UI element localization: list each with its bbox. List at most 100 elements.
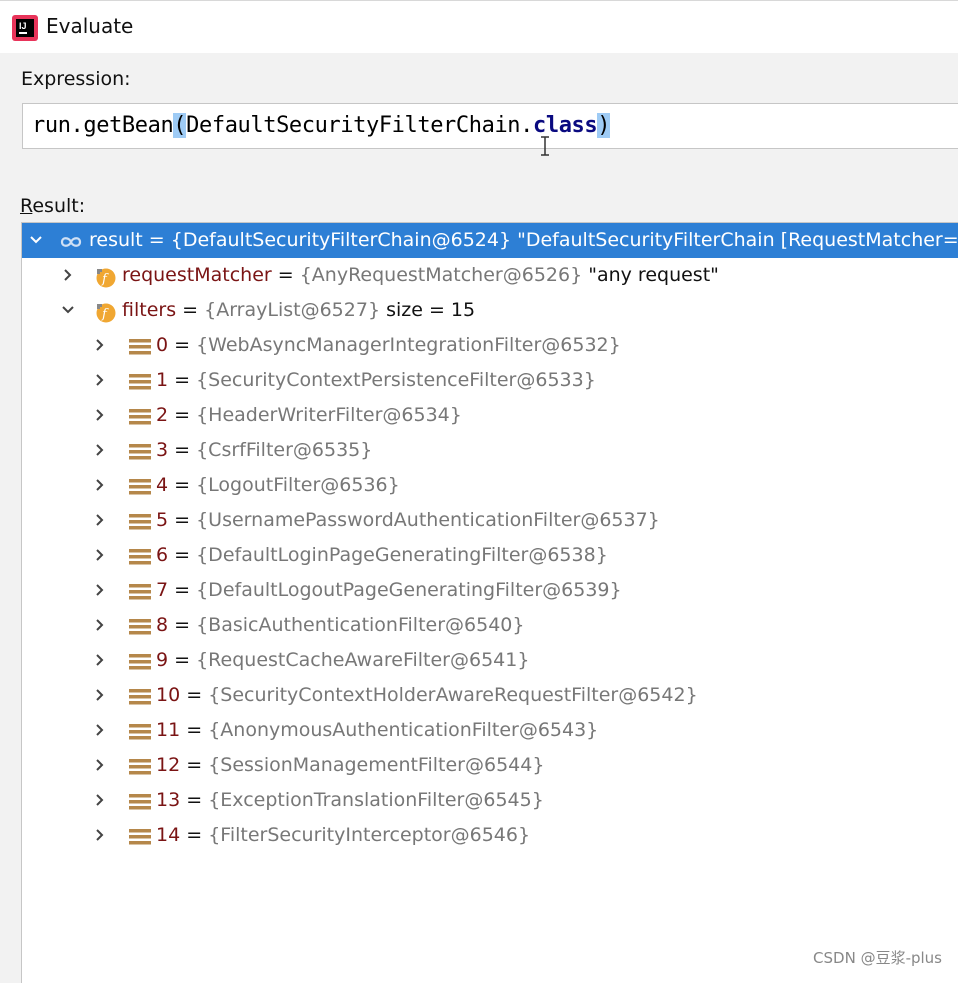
item-eq: = — [180, 824, 209, 846]
tree-row-text: filters = {ArrayList@6527} size = 15 — [122, 293, 475, 328]
chevron-right-icon[interactable] — [90, 783, 110, 818]
result-label-rest: esult: — [32, 195, 86, 217]
chevron-right-icon[interactable] — [90, 818, 110, 853]
tree-row-field[interactable]: f requestMatcher = {AnyRequestMatcher@65… — [22, 258, 958, 293]
tree-row-filter[interactable]: 0 = {WebAsyncManagerIntegrationFilter@65… — [22, 328, 958, 363]
root-value: "DefaultSecurityFilterChain [RequestMatc… — [511, 229, 958, 251]
item-ref: {UsernamePasswordAuthenticationFilter@65… — [196, 509, 660, 531]
chevron-down-icon[interactable] — [26, 223, 46, 258]
tree-row-text: 5 = {UsernamePasswordAuthenticationFilte… — [156, 503, 660, 538]
item-eq: = — [168, 439, 197, 461]
tree-row-filter[interactable]: 4 = {LogoutFilter@6536} — [22, 468, 958, 503]
tree-row-filter[interactable]: 8 = {BasicAuthenticationFilter@6540} — [22, 608, 958, 643]
svg-text:IJ: IJ — [19, 21, 27, 31]
tree-row-filter[interactable]: 12 = {SessionManagementFilter@6544} — [22, 748, 958, 783]
open-paren-highlight: ( — [173, 113, 187, 138]
item-ref: {CsrfFilter@6535} — [196, 439, 373, 461]
tree-row-filter[interactable]: 10 = {SecurityContextHolderAwareRequestF… — [22, 678, 958, 713]
item-eq: = — [168, 649, 197, 671]
item-ref: {FilterSecurityInterceptor@6546} — [208, 824, 531, 846]
item-eq: = — [168, 579, 197, 601]
item-eq: = — [180, 719, 209, 741]
tree-row-text: 8 = {BasicAuthenticationFilter@6540} — [156, 608, 524, 643]
item-ref: {BasicAuthenticationFilter@6540} — [196, 614, 525, 636]
item-eq: = — [180, 684, 209, 706]
item-index: 2 — [156, 404, 169, 426]
expression-code[interactable]: run.getBean(DefaultSecurityFilterChain.c… — [32, 113, 610, 138]
title-bar: IJ Evaluate — [0, 0, 958, 53]
expression-keyword: class — [533, 113, 598, 138]
tree-row-filter[interactable]: 6 = {DefaultLoginPageGeneratingFilter@65… — [22, 538, 958, 573]
array-element-icon — [128, 720, 151, 742]
tree-row-filter[interactable]: 11 = {AnonymousAuthenticationFilter@6543… — [22, 713, 958, 748]
tree-row-text: 13 = {ExceptionTranslationFilter@6545} — [156, 783, 544, 818]
item-index: 5 — [156, 509, 169, 531]
field-name: requestMatcher — [122, 264, 272, 286]
tree-row-filter[interactable]: 2 = {HeaderWriterFilter@6534} — [22, 398, 958, 433]
item-index: 6 — [156, 544, 169, 566]
tree-row-field[interactable]: f filters = {ArrayList@6527} size = 15 — [22, 293, 958, 328]
array-element-icon — [128, 405, 151, 427]
tree-row-text: 14 = {FilterSecurityInterceptor@6546} — [156, 818, 530, 853]
chevron-right-icon[interactable] — [90, 538, 110, 573]
item-eq: = — [180, 754, 209, 776]
item-eq: = — [168, 614, 197, 636]
chevron-right-icon[interactable] — [90, 328, 110, 363]
tree-row-text: 4 = {LogoutFilter@6536} — [156, 468, 400, 503]
tree-row-filter[interactable]: 5 = {UsernamePasswordAuthenticationFilte… — [22, 503, 958, 538]
tree-row-filter[interactable]: 7 = {DefaultLogoutPageGeneratingFilter@6… — [22, 573, 958, 608]
tree-row-filter[interactable]: 3 = {CsrfFilter@6535} — [22, 433, 958, 468]
item-index: 12 — [156, 754, 181, 776]
field-ref: {AnyRequestMatcher@6526} — [299, 264, 583, 286]
tree-row-filter[interactable]: 1 = {SecurityContextPersistenceFilter@65… — [22, 363, 958, 398]
item-index: 9 — [156, 649, 169, 671]
field-f-icon: f — [94, 265, 116, 288]
tree-row-text: 11 = {AnonymousAuthenticationFilter@6543… — [156, 713, 598, 748]
root-eq: = — [142, 229, 171, 251]
chevron-right-icon[interactable] — [58, 258, 78, 293]
array-element-icon — [128, 335, 151, 357]
tree-row-filter[interactable]: 14 = {FilterSecurityInterceptor@6546} — [22, 818, 958, 853]
item-ref: {SecurityContextHolderAwareRequestFilter… — [208, 684, 698, 706]
chevron-right-icon[interactable] — [90, 503, 110, 538]
chevron-right-icon[interactable] — [90, 573, 110, 608]
array-element-icon — [128, 825, 151, 847]
item-index: 11 — [156, 719, 181, 741]
item-index: 7 — [156, 579, 169, 601]
tree-row-text: 3 = {CsrfFilter@6535} — [156, 433, 372, 468]
root-ref: {DefaultSecurityFilterChain@6524} — [170, 229, 512, 251]
array-element-icon — [128, 510, 151, 532]
array-element-icon — [128, 545, 151, 567]
result-tree[interactable]: result = {DefaultSecurityFilterChain@652… — [21, 222, 958, 983]
field-eq: = — [176, 299, 205, 321]
array-element-icon — [128, 440, 151, 462]
item-index: 8 — [156, 614, 169, 636]
tree-row-text: 12 = {SessionManagementFilter@6544} — [156, 748, 544, 783]
tree-row-text: 1 = {SecurityContextPersistenceFilter@65… — [156, 363, 596, 398]
chevron-right-icon[interactable] — [90, 608, 110, 643]
item-index: 10 — [156, 684, 181, 706]
chevron-right-icon[interactable] — [90, 363, 110, 398]
chevron-right-icon[interactable] — [90, 433, 110, 468]
item-index: 14 — [156, 824, 181, 846]
item-ref: {AnonymousAuthenticationFilter@6543} — [208, 719, 599, 741]
tree-row-filter[interactable]: 13 = {ExceptionTranslationFilter@6545} — [22, 783, 958, 818]
chevron-right-icon[interactable] — [90, 398, 110, 433]
field-eq: = — [271, 264, 300, 286]
chevron-down-icon[interactable] — [58, 293, 78, 328]
item-eq: = — [180, 789, 209, 811]
tree-row-filter[interactable]: 9 = {RequestCacheAwareFilter@6541} — [22, 643, 958, 678]
expression-input[interactable]: run.getBean(DefaultSecurityFilterChain.c… — [22, 103, 958, 149]
expression-class-name: DefaultSecurityFilterChain — [186, 113, 521, 138]
chevron-right-icon[interactable] — [90, 678, 110, 713]
tree-row-text: result = {DefaultSecurityFilterChain@652… — [89, 223, 958, 258]
tree-row-result[interactable]: result = {DefaultSecurityFilterChain@652… — [22, 223, 958, 258]
chevron-right-icon[interactable] — [90, 748, 110, 783]
field-value: size = 15 — [380, 299, 476, 321]
field-name: filters — [122, 299, 177, 321]
chevron-right-icon[interactable] — [90, 713, 110, 748]
array-element-icon — [128, 790, 151, 812]
chevron-right-icon[interactable] — [90, 643, 110, 678]
chevron-right-icon[interactable] — [90, 468, 110, 503]
window-title: Evaluate — [46, 14, 134, 38]
